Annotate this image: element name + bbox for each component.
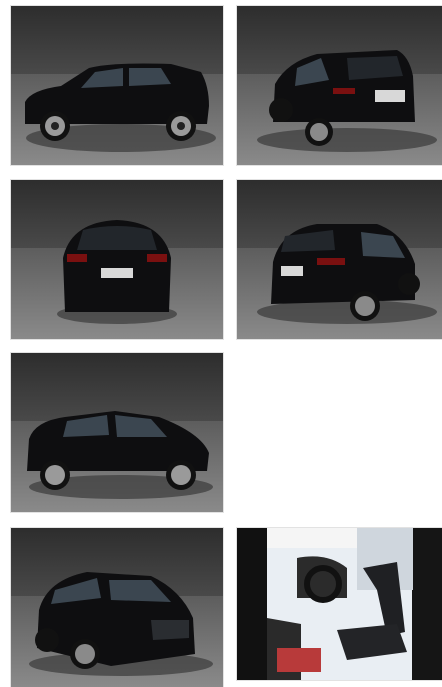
photo-thumbnail-rear-view[interactable] bbox=[11, 180, 223, 339]
car-side-photo bbox=[11, 6, 223, 165]
car-rear-quarter-photo bbox=[237, 6, 442, 165]
car-rear-right-photo bbox=[237, 180, 442, 339]
photo-thumbnail-front-quarter-view[interactable] bbox=[11, 528, 223, 687]
car-front-quarter-photo bbox=[11, 528, 223, 687]
car-side-photo-2 bbox=[11, 353, 223, 512]
photo-thumbnail-rear-quarter-view[interactable] bbox=[237, 6, 442, 165]
photo-thumbnail-rear-quarter-right-view[interactable] bbox=[237, 180, 442, 339]
photo-thumbnail-side-view[interactable] bbox=[11, 6, 223, 165]
photo-thumbnail-interior-view[interactable] bbox=[237, 528, 442, 680]
photo-gallery bbox=[0, 0, 442, 687]
car-rear-photo bbox=[11, 180, 223, 339]
photo-thumbnail-side-view-2[interactable] bbox=[11, 353, 223, 512]
car-interior-photo bbox=[237, 528, 442, 680]
